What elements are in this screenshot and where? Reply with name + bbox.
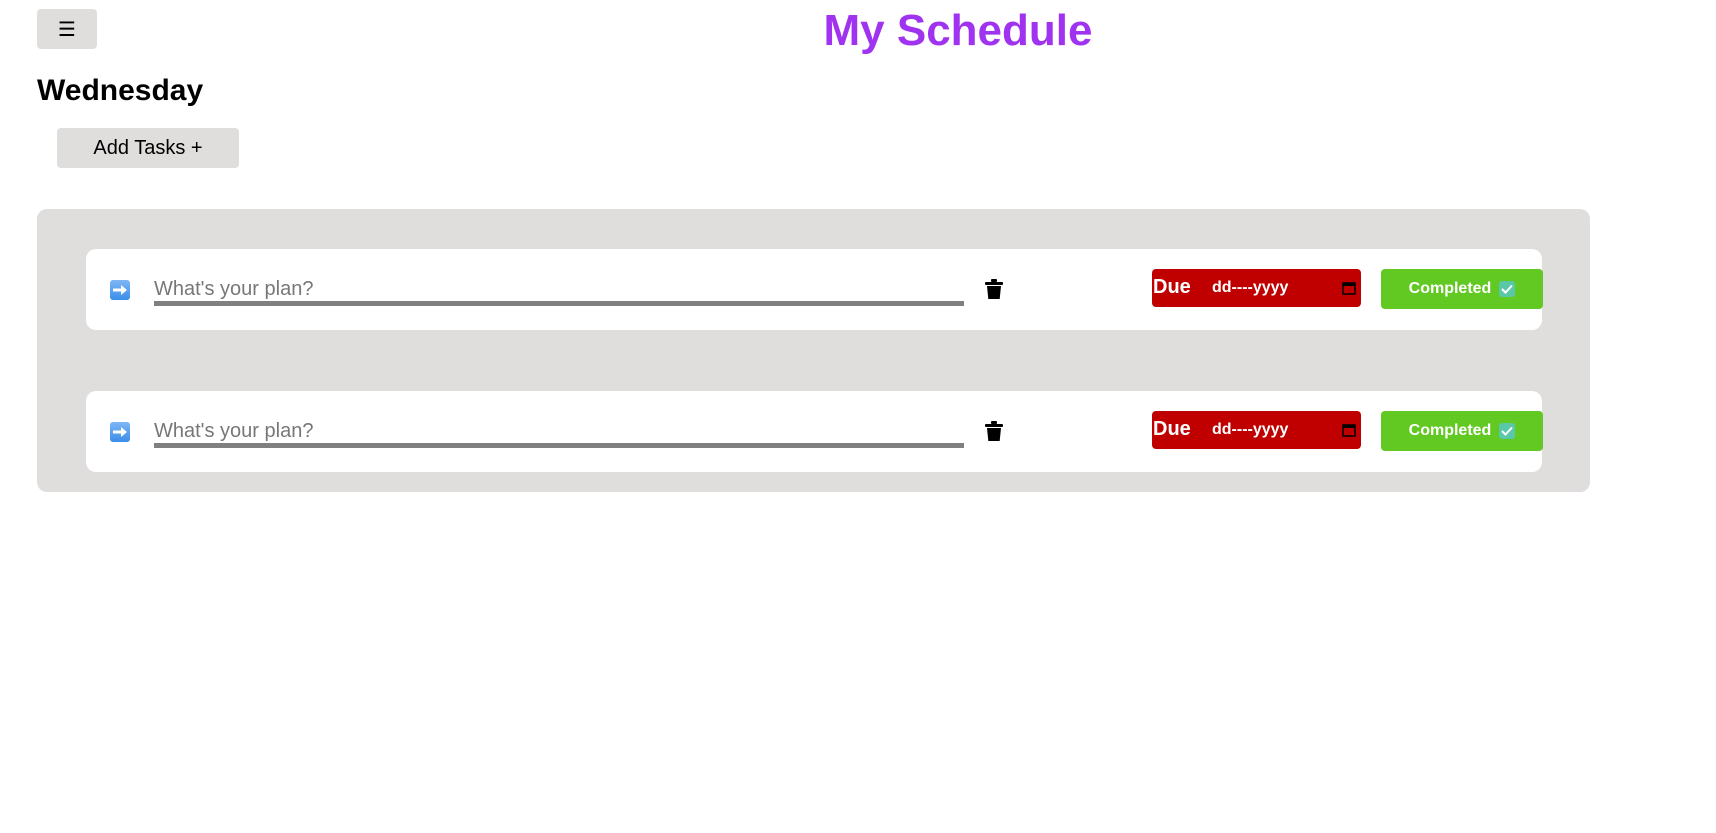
add-tasks-button[interactable]: Add Tasks + (57, 128, 239, 168)
check-icon (1499, 281, 1516, 297)
right-arrow-icon (110, 422, 130, 442)
day-heading: Wednesday (37, 74, 204, 107)
calendar-icon[interactable] (1342, 423, 1356, 437)
calendar-icon[interactable] (1342, 281, 1356, 295)
due-label: Due (1153, 418, 1191, 440)
plan-underline (154, 443, 964, 448)
due-date-field: Due dd----yyyy (1152, 411, 1361, 449)
plan-underline (154, 301, 964, 306)
completed-button[interactable]: Completed (1381, 411, 1543, 451)
task-card: Due dd----yyyy Completed (86, 391, 1543, 472)
task-card: Due dd----yyyy Completed (86, 249, 1543, 330)
due-date-input[interactable]: dd----yyyy (1212, 420, 1288, 440)
check-icon (1499, 423, 1516, 439)
tasks-panel: Due dd----yyyy Completed Due dd----yyyy (37, 209, 1590, 492)
plan-input[interactable] (154, 417, 964, 445)
plan-input[interactable] (154, 275, 964, 303)
due-date-input[interactable]: dd----yyyy (1212, 278, 1288, 298)
due-label: Due (1153, 276, 1191, 298)
trash-icon[interactable] (985, 421, 1003, 441)
completed-button[interactable]: Completed (1381, 269, 1543, 309)
trash-icon[interactable] (985, 279, 1003, 299)
due-date-field: Due dd----yyyy (1152, 269, 1361, 307)
completed-label: Completed (1408, 422, 1492, 439)
completed-label: Completed (1408, 280, 1492, 297)
title-bar: My Schedule (0, 0, 1716, 60)
page-title: My Schedule (823, 6, 1093, 55)
right-arrow-icon (110, 280, 130, 300)
